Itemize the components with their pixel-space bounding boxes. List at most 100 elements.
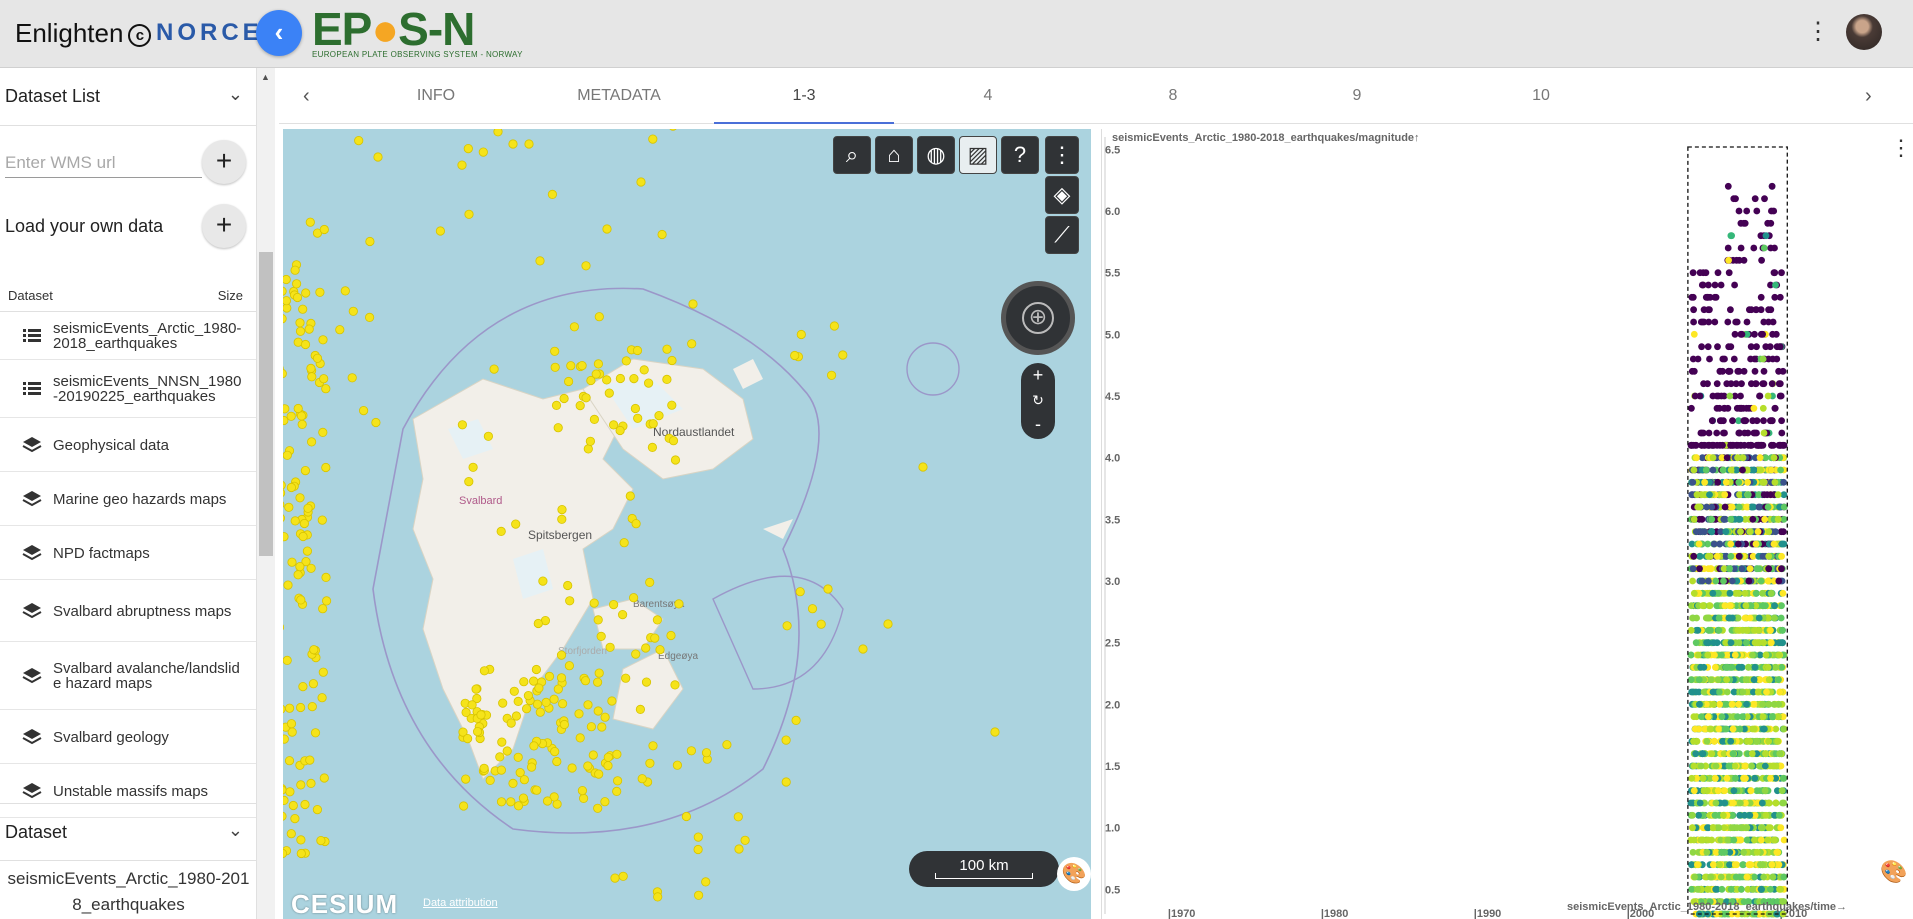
palette-icon: 🎨: [1880, 859, 1908, 884]
tabs-prev-button[interactable]: ‹: [303, 68, 310, 124]
tab-8[interactable]: 8: [1083, 68, 1263, 124]
earthquake-point: [687, 339, 697, 349]
tab-9[interactable]: 9: [1267, 68, 1447, 124]
table-icon: [22, 379, 42, 399]
scatter-point: [1765, 799, 1773, 807]
chart-palette-button[interactable]: 🎨: [1880, 859, 1907, 885]
tab-1-3[interactable]: 1-3: [714, 68, 894, 124]
scatter-point: [1769, 873, 1777, 881]
search-button[interactable]: ⌕: [833, 136, 871, 174]
earthquake-point: [593, 359, 603, 369]
dataset-item[interactable]: seismicEvents_Arctic_1980-2018_earthquak…: [0, 312, 256, 360]
earthquake-point: [670, 680, 680, 690]
dataset-item[interactable]: Svalbard geology: [0, 710, 256, 764]
scatter-chart[interactable]: seismicEvents_Arctic_1980-2018_earthquak…: [1102, 129, 1913, 919]
scatter-point: [1689, 848, 1697, 856]
dataset-section-header[interactable]: Dataset ⌄: [0, 803, 256, 861]
scatter-point: [1777, 885, 1785, 893]
chart-menu-button[interactable]: ⋮: [1890, 135, 1912, 161]
scatter-point: [1767, 626, 1774, 634]
tab-4[interactable]: 4: [898, 68, 1078, 124]
scatter-point: [1736, 811, 1744, 819]
navigation-compass[interactable]: ⊕: [1001, 281, 1075, 355]
earthquake-point: [565, 596, 575, 606]
dataset-item[interactable]: Svalbard avalanche/landslide hazard maps: [0, 642, 256, 710]
y-axis-label: seismicEvents_Arctic_1980-2018_earthquak…: [1112, 132, 1420, 144]
zoom-in-button[interactable]: +: [1021, 363, 1055, 388]
earthquake-point: [639, 365, 649, 375]
user-avatar[interactable]: [1846, 14, 1882, 50]
earthquake-point: [283, 314, 287, 324]
scatter-point: [1759, 861, 1766, 869]
chevron-right-icon: ›: [1865, 85, 1872, 107]
earthquake-point: [534, 683, 544, 693]
earthquake-point: [556, 673, 567, 683]
scatter-point: [1690, 552, 1698, 560]
map-style-button[interactable]: 🎨: [1057, 857, 1091, 891]
scatter-point: [1708, 441, 1716, 449]
dataset-item[interactable]: NPD factmaps: [0, 526, 256, 580]
earthquake-point: [654, 410, 664, 421]
dataset-item[interactable]: Svalbard abruptness maps: [0, 580, 256, 642]
wms-url-input[interactable]: [5, 148, 202, 178]
scatter-point: [1727, 306, 1734, 314]
scatter-point: [1724, 182, 1732, 190]
y-tick-label: 6.5: [1105, 144, 1120, 156]
tabs-next-button[interactable]: ›: [1865, 68, 1872, 124]
scene-mode-button[interactable]: ◍: [917, 136, 955, 174]
scatter-point: [1744, 478, 1751, 486]
dataset-item[interactable]: Geophysical data: [0, 418, 256, 472]
zoom-reset-button[interactable]: ↻: [1021, 388, 1055, 413]
load-own-data-button[interactable]: +: [202, 204, 246, 248]
dataset-item[interactable]: Marine geo hazards maps: [0, 472, 256, 526]
earthquake-point: [283, 624, 285, 631]
layers-button[interactable]: ◈: [1045, 176, 1079, 214]
earthquake-point: [619, 538, 629, 548]
map-canvas[interactable]: SvalbardSpitsbergenNordaustlandetBarents…: [283, 129, 1091, 919]
scatter-point: [1724, 318, 1732, 326]
zoom-out-button[interactable]: -: [1021, 413, 1055, 438]
globe-map-viewer[interactable]: Svalbard Spitsbergen Nordaustlandet Barents…: [283, 129, 1091, 919]
layers-icon: [22, 601, 42, 621]
help-button[interactable]: ?: [1001, 136, 1039, 174]
map-menu-button[interactable]: ⋮: [1045, 136, 1079, 174]
dataset-item[interactable]: seismicEvents_NNSN_1980-20190225_earthqu…: [0, 360, 256, 418]
scroll-up-icon[interactable]: ▲: [261, 72, 270, 82]
earthquake-point: [550, 346, 560, 356]
scatter-point: [1739, 454, 1747, 462]
scatter-point: [1698, 343, 1705, 351]
sidebar-scrollbar[interactable]: ▲: [257, 68, 275, 919]
dataset-list-header[interactable]: Dataset List ⌄: [0, 68, 256, 126]
earthquake-point: [287, 557, 297, 567]
scatter-point: [1749, 515, 1757, 523]
scatter-point: [1690, 787, 1698, 795]
base-layer-picker-button[interactable]: ▨: [959, 136, 997, 174]
earthquake-point: [795, 587, 805, 597]
collapse-sidebar-button[interactable]: ‹: [256, 10, 302, 56]
layers-icon: [22, 781, 42, 801]
earthquake-point: [581, 261, 591, 271]
home-button[interactable]: ⌂: [875, 136, 913, 174]
scatter-point: [1743, 873, 1751, 881]
scatter-point: [1725, 614, 1733, 622]
scatter-point: [1778, 417, 1785, 425]
profile-button[interactable]: ⟋: [1045, 216, 1079, 254]
scatter-point: [1695, 676, 1703, 684]
header-menu-button[interactable]: ⋮: [1806, 18, 1830, 46]
scatter-point: [1743, 404, 1750, 412]
scatter-point: [1727, 466, 1735, 474]
scrollbar-thumb[interactable]: [259, 252, 273, 556]
scatter-point: [1759, 552, 1767, 560]
selected-dataset-name: seismicEvents_Arctic_1980-2018_earthquak…: [7, 869, 250, 914]
dataset-table-header: Dataset Size: [0, 274, 256, 312]
add-wms-button[interactable]: +: [202, 140, 246, 184]
scatter-point: [1746, 528, 1754, 536]
data-attribution-link[interactable]: Data attribution: [423, 897, 498, 909]
tab-10[interactable]: 10: [1451, 68, 1631, 124]
tab-info[interactable]: INFO: [346, 68, 526, 124]
earthquake-point: [307, 437, 317, 447]
scatter-point: [1729, 725, 1737, 733]
scatter-point: [1708, 515, 1716, 523]
tab-metadata[interactable]: METADATA: [529, 68, 709, 124]
scatter-point: [1718, 417, 1725, 425]
